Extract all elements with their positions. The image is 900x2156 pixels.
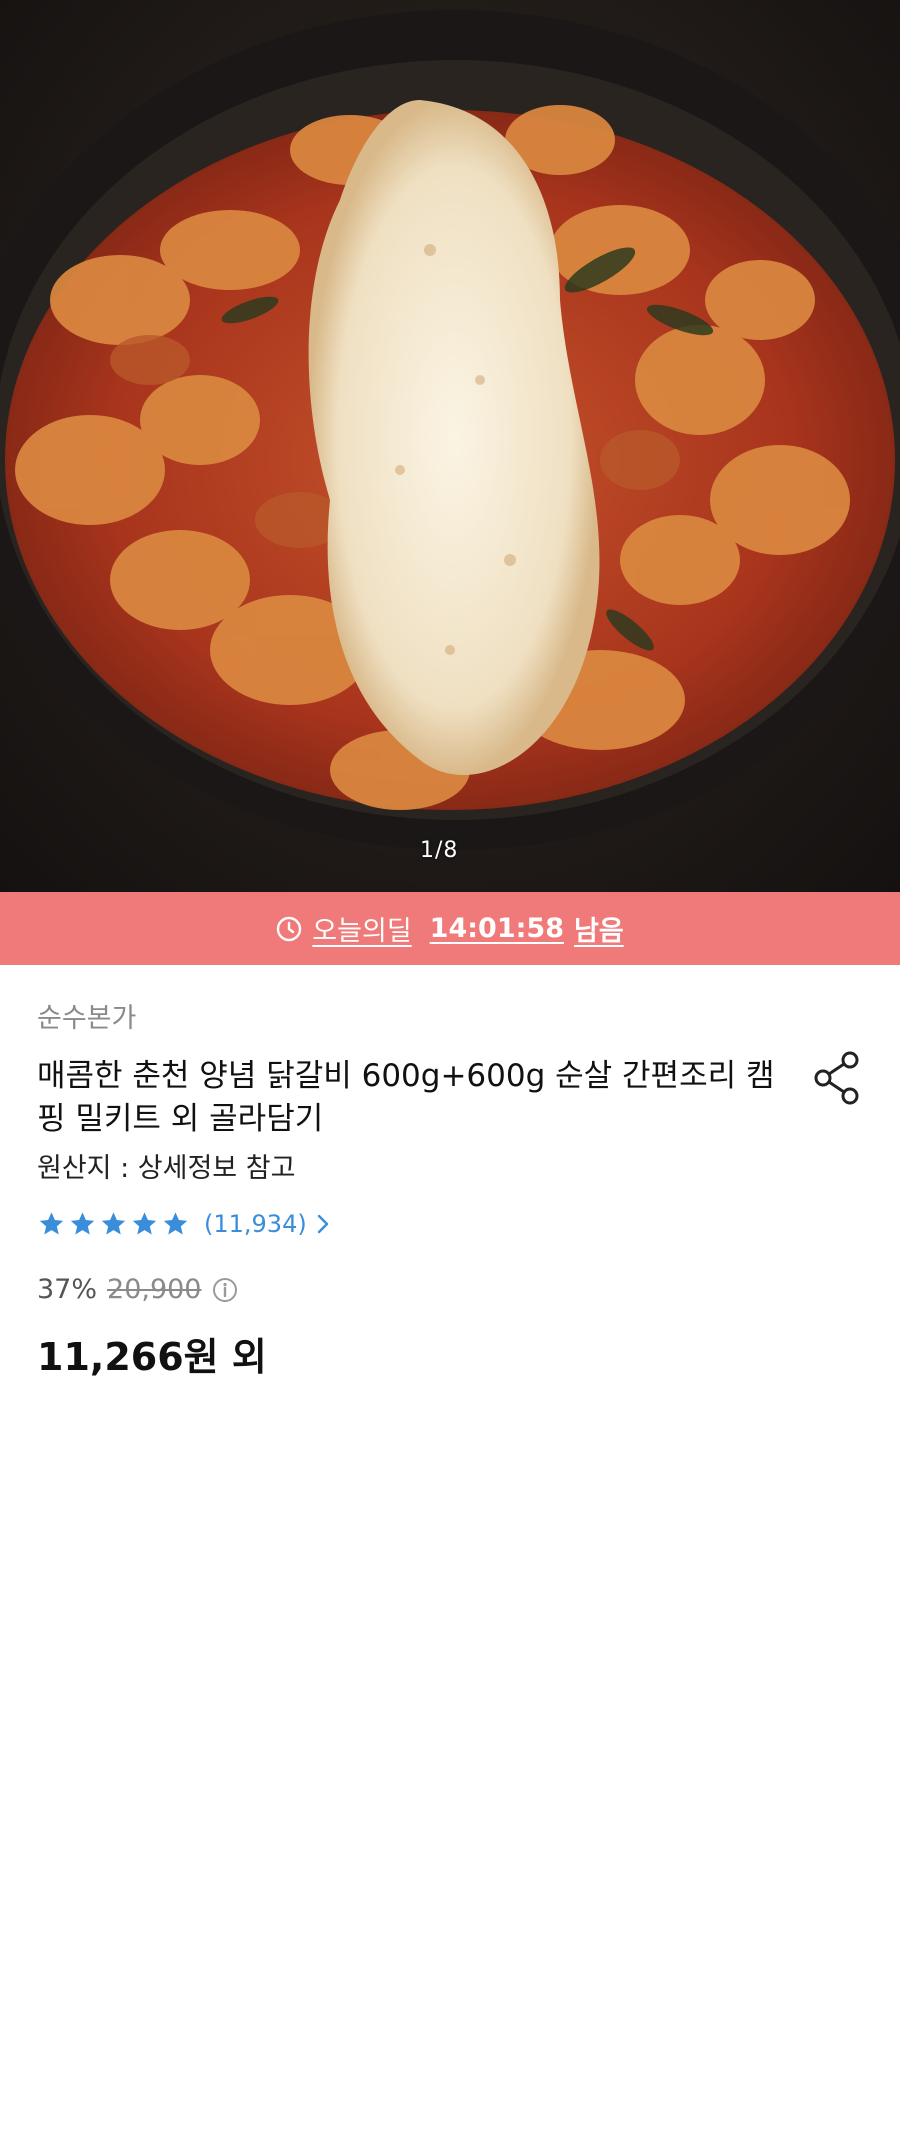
star-rating — [37, 1210, 190, 1238]
sale-price: 11,266원 외 — [37, 1335, 267, 1379]
share-icon[interactable] — [812, 1050, 864, 1106]
star-icon — [132, 1212, 157, 1235]
price-discount-row: 37% 20,900 — [37, 1274, 238, 1305]
star-icon — [70, 1212, 95, 1235]
origin-info: 원산지 : 상세정보 참고 — [37, 1153, 296, 1184]
product-photo — [0, 10, 900, 850]
star-icon — [39, 1212, 64, 1235]
deal-label: 오늘의딜 — [312, 916, 412, 947]
discount-rate: 37% — [37, 1274, 98, 1305]
star-icon — [163, 1212, 188, 1235]
product-title: 매콤한 춘천 양념 닭갈비 600g+600g 순살 간편조리 캠핑 밀키트 외… — [37, 1058, 775, 1137]
original-price: 20,900 — [107, 1274, 202, 1305]
rating-row[interactable]: (11,934) — [37, 1210, 329, 1238]
seller-name[interactable]: 순수본가 — [37, 996, 136, 1035]
chevron-right-icon[interactable] — [317, 1213, 329, 1235]
info-icon[interactable] — [212, 1277, 238, 1303]
clock-icon — [277, 916, 302, 941]
deal-countdown: 14:01:58 — [429, 913, 564, 944]
deal-suffix: 남음 — [574, 916, 624, 947]
star-icon — [101, 1212, 126, 1235]
review-count[interactable]: (11,934) — [204, 1210, 307, 1238]
todays-deal-banner[interactable]: 오늘의딜 14:01:58 남음 — [0, 892, 900, 965]
product-image-carousel[interactable]: 1/8 — [0, 0, 900, 892]
image-counter: 1/8 — [420, 838, 459, 863]
